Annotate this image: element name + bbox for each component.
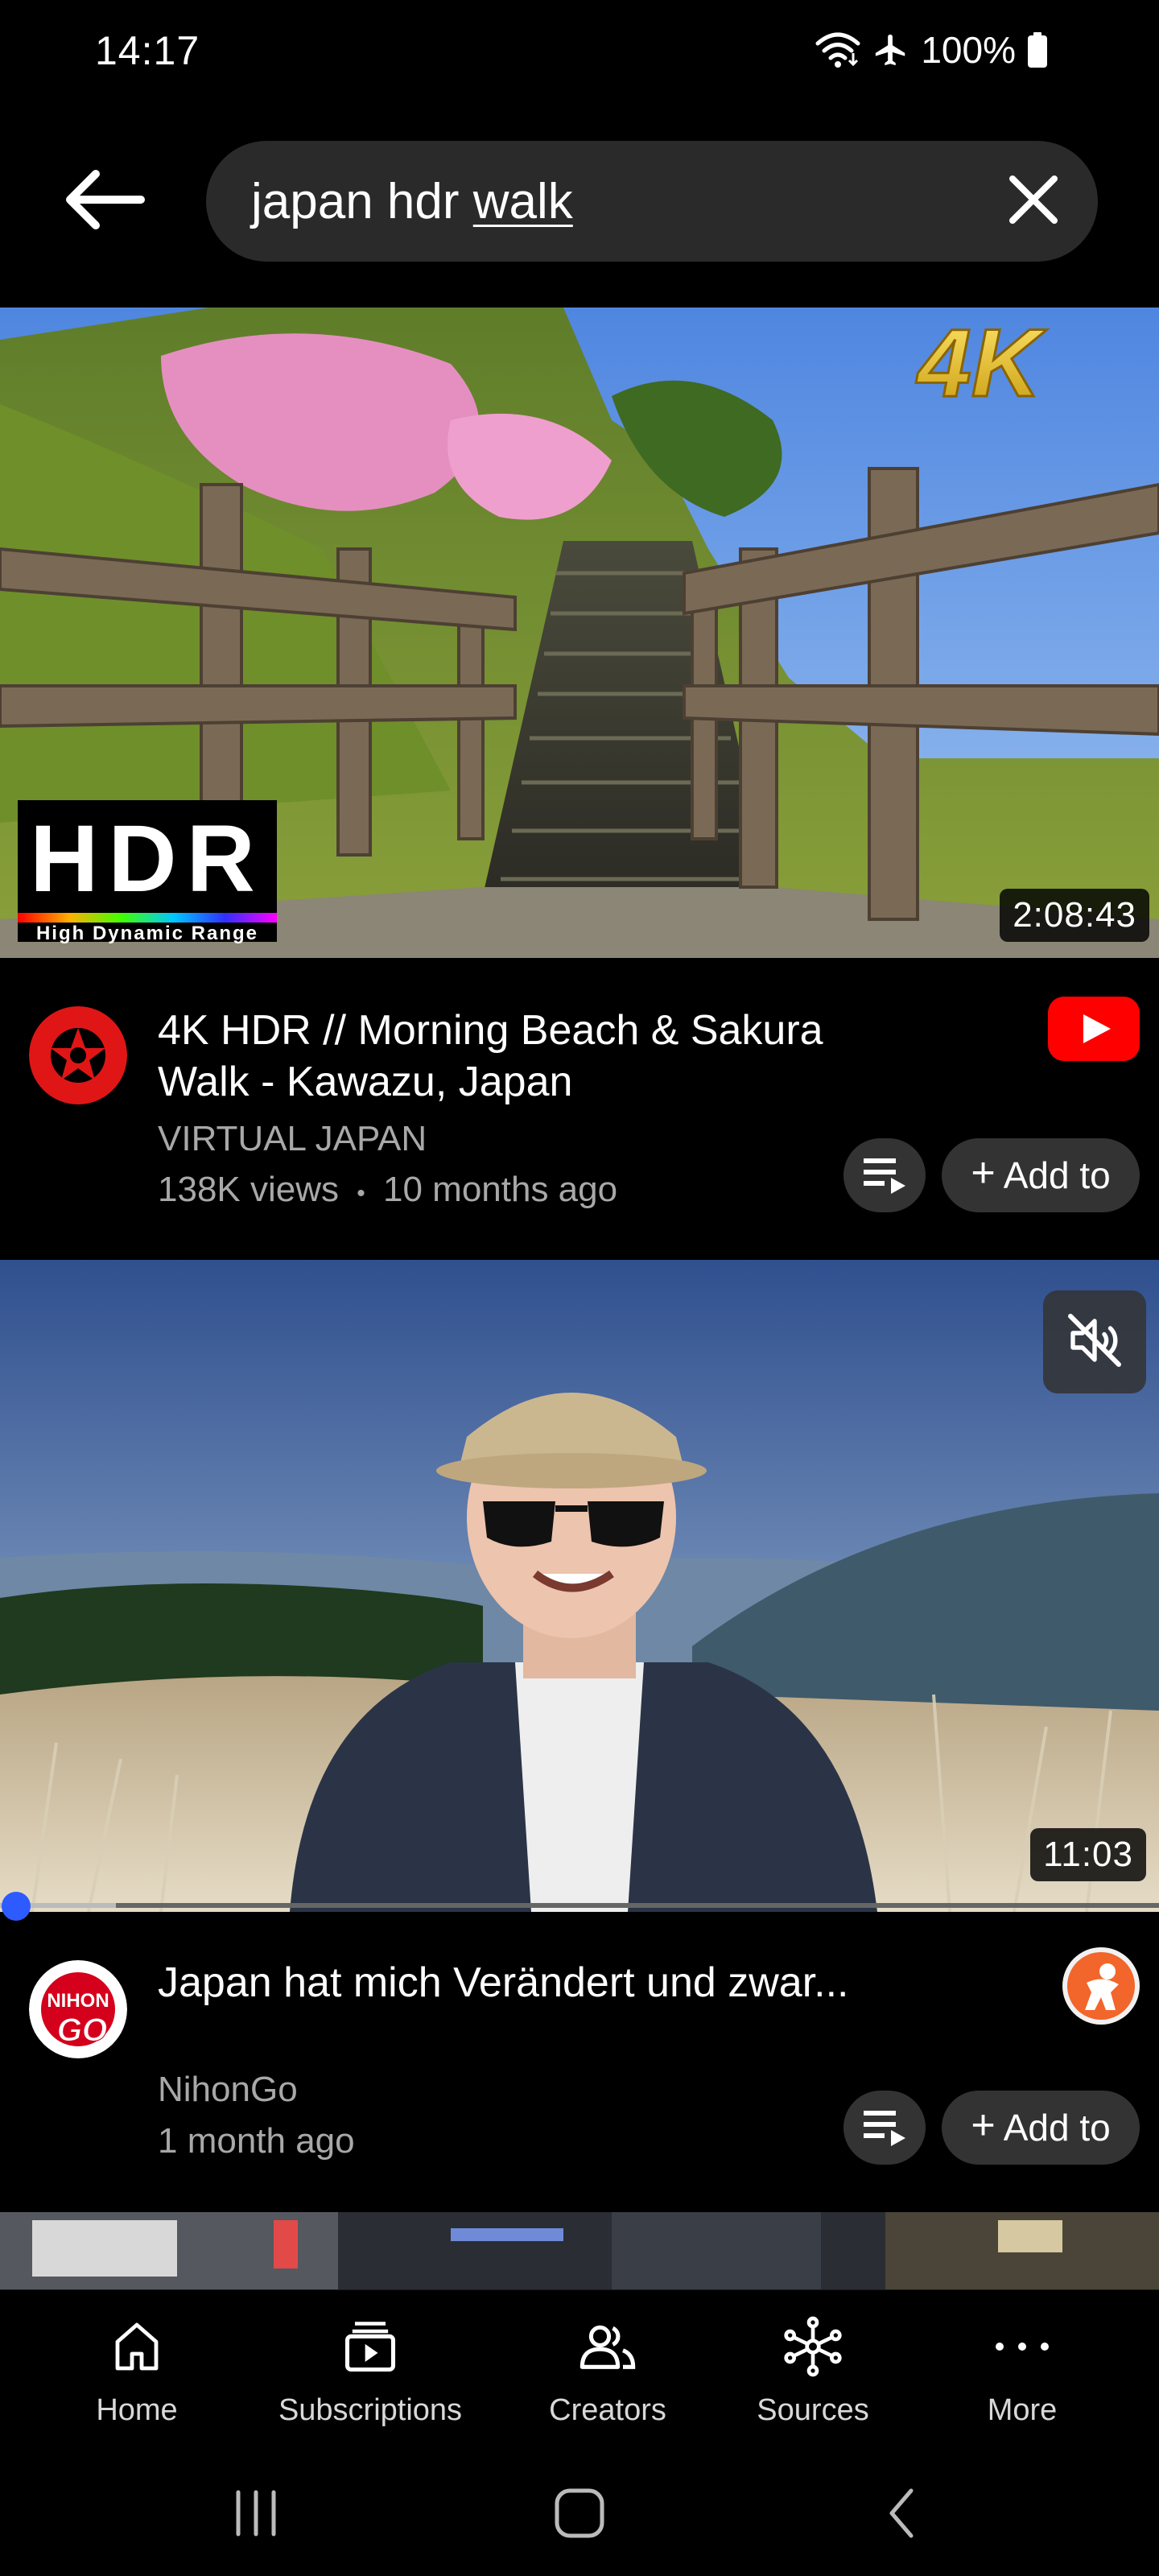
chevron-left-icon xyxy=(877,2487,929,2543)
status-bar: 14:17 100% xyxy=(0,0,1159,105)
search-query-text: japan hdr walk xyxy=(251,173,573,230)
video-thumbnail[interactable] xyxy=(0,2212,1159,2289)
battery-percent: 100% xyxy=(921,29,1016,71)
view-count: 138K views xyxy=(158,1170,340,1209)
peertube-logo-icon xyxy=(1062,1947,1140,2029)
channel-name[interactable]: NihonGo xyxy=(158,2070,298,2110)
youtube-logo-icon xyxy=(1048,997,1140,1065)
system-navigation-bar xyxy=(0,2450,1159,2576)
nav-label: Creators xyxy=(549,2393,666,2427)
sources-icon xyxy=(781,2313,845,2380)
video-duration: 11:03 xyxy=(1030,1828,1146,1881)
battery-icon xyxy=(1027,32,1048,68)
upload-age: 1 month ago xyxy=(158,2121,355,2161)
nav-label: Sources xyxy=(757,2393,869,2427)
queue-icon xyxy=(862,1154,907,1198)
video-info[interactable]: NIHON GO Japan hat mich Verändert und zw… xyxy=(0,1912,1159,2212)
add-to-queue-button[interactable] xyxy=(843,1138,926,1212)
back-arrow-icon xyxy=(60,167,149,236)
close-icon xyxy=(1008,174,1059,229)
avatar-text-bottom: GO xyxy=(57,2013,107,2048)
subscriptions-icon xyxy=(340,2313,401,2380)
airplane-icon xyxy=(872,31,909,68)
home-system-button[interactable] xyxy=(523,2475,636,2555)
playback-progress-bar[interactable] xyxy=(0,1892,1159,1921)
add-to-queue-button[interactable] xyxy=(843,2091,926,2165)
meta-separator: • xyxy=(357,1180,365,1207)
thumbnail-hdr-text: HDR xyxy=(30,806,265,912)
plus-icon: + xyxy=(971,2102,996,2149)
nav-label: Home xyxy=(96,2393,178,2427)
add-to-label: Add to xyxy=(1003,1154,1111,1196)
channel-name[interactable]: VIRTUAL JAPAN xyxy=(158,1119,427,1159)
avatar-text-top: NIHON xyxy=(47,1990,109,2012)
recent-apps-button[interactable] xyxy=(200,2475,312,2555)
thumbnail-image: 4K HDR High Dynamic Range xyxy=(0,308,1159,958)
volume-off-icon xyxy=(1066,1311,1124,1373)
search-header: japan hdr walk xyxy=(0,129,1159,274)
creators-icon xyxy=(577,2313,638,2380)
thumbnail-image xyxy=(0,1260,1159,1912)
plus-icon: + xyxy=(971,1150,996,1196)
clear-search-button[interactable] xyxy=(1003,171,1064,232)
video-thumbnail[interactable]: 4K HDR High Dynamic Range 2:08:43 xyxy=(0,308,1159,958)
thumbnail-4k-text: 4K xyxy=(916,309,1047,417)
system-back-button[interactable] xyxy=(847,2475,959,2555)
video-meta: 138K views • 10 months ago xyxy=(158,1170,617,1210)
recent-apps-icon xyxy=(230,2487,282,2543)
search-input[interactable]: japan hdr walk xyxy=(206,141,1098,262)
nav-creators[interactable]: Creators xyxy=(531,2313,684,2442)
search-query-prefix: japan hdr xyxy=(251,174,473,229)
thumbnail-hdr-sub-text: High Dynamic Range xyxy=(36,923,258,944)
mute-toggle-button[interactable] xyxy=(1043,1290,1146,1393)
nav-home[interactable]: Home xyxy=(72,2313,201,2442)
queue-icon xyxy=(862,2106,907,2150)
bottom-navigation: Home Subscriptions Creators Sources More xyxy=(0,2289,1159,2450)
video-duration: 2:08:43 xyxy=(1000,889,1149,942)
nav-label: More xyxy=(987,2393,1058,2427)
nav-more[interactable]: More xyxy=(950,2313,1095,2442)
nav-sources[interactable]: Sources xyxy=(740,2313,885,2442)
more-icon xyxy=(992,2313,1053,2380)
search-query-underlined: walk xyxy=(472,174,573,229)
channel-avatar[interactable]: NIHON GO xyxy=(29,1960,127,2058)
status-icons: 100% xyxy=(815,26,1048,74)
thumbnail-image xyxy=(0,2212,1159,2289)
add-to-button[interactable]: + Add to xyxy=(942,2091,1140,2165)
video-info[interactable]: 4K HDR // Morning Beach & Sakura Walk - … xyxy=(0,958,1159,1260)
wifi-icon xyxy=(815,31,861,69)
video-preview-player[interactable]: 11:03 xyxy=(0,1260,1159,1912)
channel-avatar[interactable] xyxy=(29,1006,127,1104)
video-title[interactable]: Japan hat mich Verändert und zwar... xyxy=(158,1957,866,2008)
home-icon xyxy=(108,2313,166,2380)
back-button[interactable] xyxy=(48,161,161,242)
nav-label: Subscriptions xyxy=(278,2393,463,2427)
nav-subscriptions[interactable]: Subscriptions xyxy=(266,2313,475,2442)
upload-age: 10 months ago xyxy=(383,1170,618,1209)
add-to-button[interactable]: + Add to xyxy=(942,1138,1140,1212)
video-title[interactable]: 4K HDR // Morning Beach & Sakura Walk - … xyxy=(158,1005,866,1108)
status-time: 14:17 xyxy=(95,28,200,73)
video-meta: 1 month ago xyxy=(158,2121,355,2161)
home-square-icon xyxy=(554,2487,605,2543)
add-to-label: Add to xyxy=(1003,2107,1111,2149)
